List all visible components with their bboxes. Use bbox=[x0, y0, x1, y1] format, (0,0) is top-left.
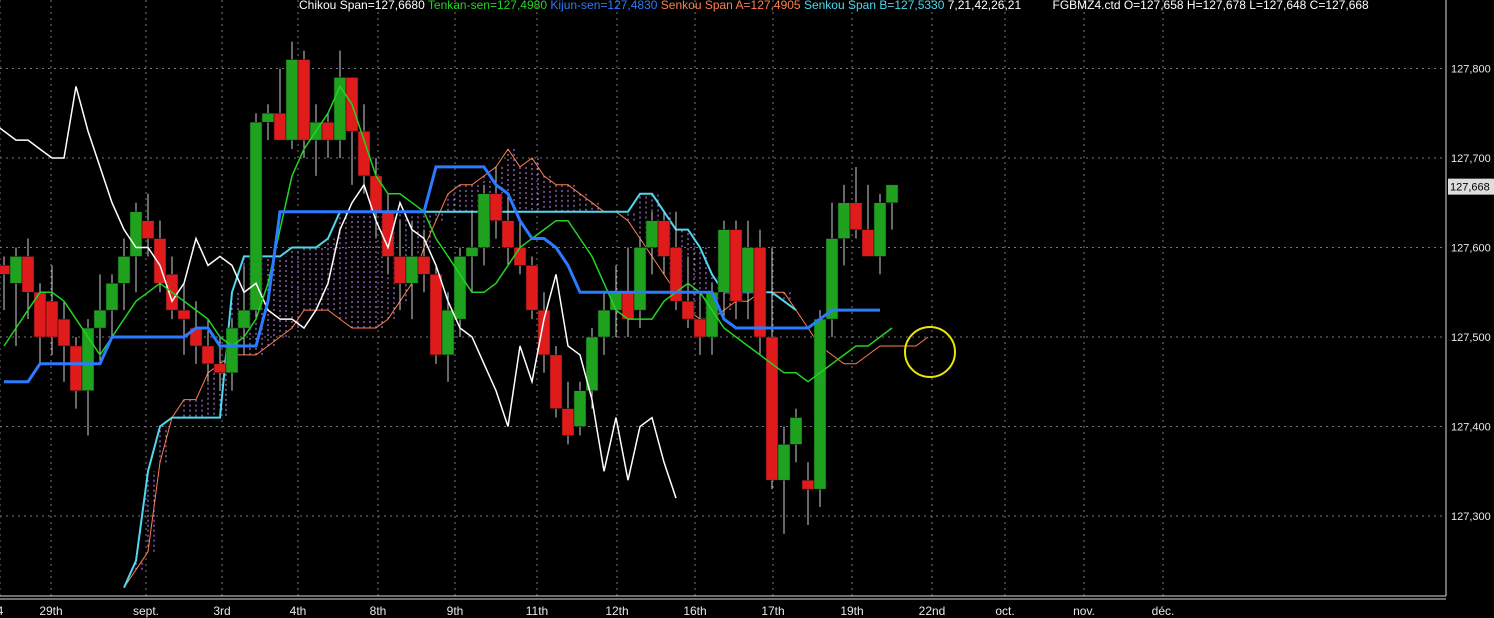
candle-down bbox=[525, 265, 539, 311]
candle-down bbox=[177, 309, 191, 320]
candle-down bbox=[393, 256, 407, 284]
candle-down bbox=[141, 220, 155, 239]
candle-up bbox=[105, 283, 119, 311]
candle-up bbox=[837, 202, 851, 239]
x-tick-label: oct. bbox=[995, 604, 1014, 618]
candle-down bbox=[69, 345, 83, 391]
x-tick-label: 3rd bbox=[213, 604, 230, 618]
last-price-label: 127,668 bbox=[1450, 182, 1490, 194]
candle-up bbox=[633, 247, 647, 311]
candle-up bbox=[717, 229, 731, 293]
candle-up bbox=[225, 327, 239, 374]
candle-down bbox=[549, 354, 563, 409]
candle-up bbox=[873, 202, 887, 257]
highlight-marker bbox=[904, 326, 956, 378]
candle-up bbox=[249, 121, 263, 311]
x-tick-label: 17th bbox=[761, 604, 784, 618]
x-tick-label: 22nd bbox=[919, 604, 946, 618]
y-tick-label: 127,300 bbox=[1451, 511, 1491, 523]
candle-down bbox=[45, 300, 59, 338]
candle-up bbox=[93, 309, 107, 329]
candle-down bbox=[21, 256, 35, 293]
candle-down bbox=[693, 318, 707, 338]
x-tick-label: 16th bbox=[683, 604, 706, 618]
y-tick-label: 127,400 bbox=[1451, 422, 1491, 434]
candle-down bbox=[849, 202, 863, 230]
x-tick-label: 19th bbox=[840, 604, 863, 618]
indicator-header: Chikou Span=127,6680 Tenkan-sen=127,4980… bbox=[299, 0, 1369, 12]
x-tick-label: 8th bbox=[370, 604, 387, 618]
y-tick-label: 127,700 bbox=[1451, 153, 1491, 165]
candle-down bbox=[213, 363, 227, 374]
params-readout: 7,21,42,26,21 bbox=[947, 0, 1022, 12]
senkou-a-readout: Senkou Span A=127,4905 bbox=[660, 0, 801, 12]
candle-down bbox=[753, 247, 767, 338]
y-tick-label: 127,800 bbox=[1451, 64, 1491, 76]
candle-up bbox=[825, 238, 839, 320]
candle-up bbox=[645, 220, 659, 248]
candle-down bbox=[681, 300, 695, 320]
candle-up bbox=[129, 211, 143, 257]
candle-down bbox=[501, 220, 515, 248]
candle-up bbox=[813, 318, 827, 490]
candle-down bbox=[513, 247, 527, 266]
candle-down bbox=[201, 345, 215, 365]
chikou-readout: Chikou Span=127,6680 bbox=[299, 0, 425, 12]
kijun-readout: Kijun-sen=127,4830 bbox=[550, 0, 658, 12]
x-tick-label: 11th bbox=[526, 604, 548, 618]
candle-down bbox=[57, 318, 71, 347]
candle-up bbox=[597, 309, 611, 338]
candle-down bbox=[861, 229, 875, 257]
x-tick-label: 9th bbox=[447, 604, 464, 618]
candle-down bbox=[489, 193, 503, 221]
candle-down bbox=[297, 59, 311, 141]
candle-down bbox=[321, 121, 335, 141]
ohlc-readout: FGBMZ4.ctd O=127,658 H=127,678 L=127,648… bbox=[1052, 0, 1369, 12]
chikou-line bbox=[0, 86, 677, 499]
candle-up bbox=[741, 247, 755, 293]
candle-up bbox=[117, 256, 131, 284]
senkou-b-readout: Senkou Span B=127,5330 bbox=[803, 0, 945, 12]
y-tick-label: 127,600 bbox=[1451, 243, 1491, 255]
x-tick-label: 12th bbox=[605, 604, 628, 618]
x-tick-label: 4 bbox=[0, 604, 4, 618]
candle-up bbox=[465, 247, 479, 257]
candle-up bbox=[885, 184, 899, 204]
candle-up bbox=[237, 309, 251, 329]
ichimoku-chart[interactable]: 4 29th sept. 3rd 4th 8th 9th 11th 12th 16th 17th 19… bbox=[0, 0, 1494, 618]
candle-up bbox=[9, 256, 23, 284]
x-tick-label: nov. bbox=[1073, 604, 1095, 618]
candle-down bbox=[657, 220, 671, 257]
candle-up bbox=[777, 444, 791, 481]
candle-up bbox=[441, 309, 455, 356]
x-tick-label: 4th bbox=[290, 604, 307, 618]
candle-down bbox=[765, 336, 779, 481]
candle-up bbox=[261, 113, 275, 123]
candle-down bbox=[429, 274, 443, 356]
candle-up bbox=[285, 59, 299, 141]
candle-down bbox=[729, 229, 743, 302]
candle-down bbox=[0, 265, 11, 275]
candle-up bbox=[453, 256, 467, 320]
candle-up bbox=[405, 256, 419, 284]
x-tick-label: déc. bbox=[1152, 604, 1175, 618]
candle-up bbox=[573, 390, 587, 427]
x-tick-label: 29th bbox=[39, 604, 62, 618]
candle-down bbox=[801, 479, 815, 490]
tenkan-readout: Tenkan-sen=127,4980 bbox=[427, 0, 548, 12]
candle-down bbox=[561, 408, 575, 436]
candle-up bbox=[477, 193, 491, 248]
candle-up bbox=[789, 417, 803, 445]
y-tick-label: 127,500 bbox=[1451, 332, 1491, 344]
x-tick-label: sept. bbox=[133, 604, 159, 618]
candle-down bbox=[417, 256, 431, 275]
candle-down bbox=[273, 113, 287, 141]
senkou-a-line bbox=[123, 148, 929, 588]
